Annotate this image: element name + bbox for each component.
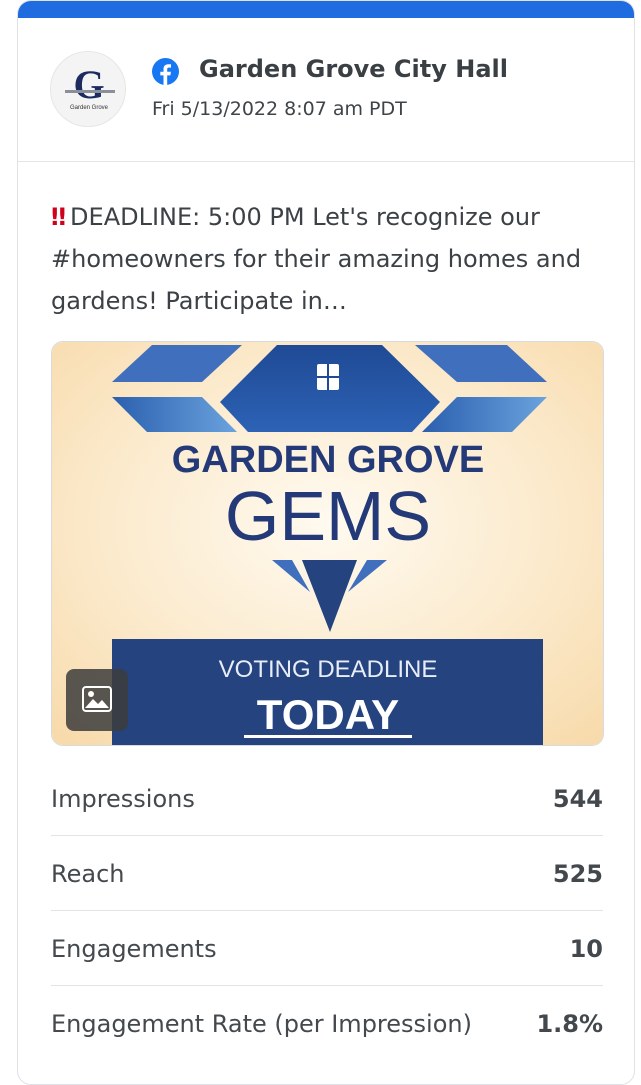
stat-label-reach: Reach (51, 860, 125, 888)
post-timestamp: Fri 5/13/2022 8:07 am PDT (152, 98, 407, 120)
post-body: DEADLINE: 5:00 PM Let's recognize our #h… (51, 203, 582, 315)
stat-row: Engagement Rate (per Impression) 1.8% (51, 986, 603, 1060)
banner-line-1: VOTING DEADLINE (219, 656, 438, 683)
avatar[interactable]: G Garden Grove (50, 51, 126, 127)
stat-value-impressions: 544 (552, 785, 603, 813)
stat-label-engagements: Engagements (51, 935, 217, 963)
accent-bar (18, 1, 634, 18)
stat-label-impressions: Impressions (51, 785, 195, 813)
stat-value-engagements: 10 (569, 935, 603, 963)
image-badge[interactable] (66, 669, 128, 731)
image-icon (82, 686, 112, 712)
avatar-letter: G (73, 62, 104, 107)
stat-row: Reach 525 (51, 836, 603, 911)
banner-line-2: TODAY (257, 691, 399, 738)
image-title: GEMS (225, 477, 431, 555)
stat-value-reach: 525 (552, 860, 603, 888)
image-headline: GARDEN GROVE (172, 439, 484, 481)
post-text: ‼ DEADLINE: 5:00 PM Let's recognize our #… (51, 196, 611, 322)
post-header: G Garden Grove Garden Grove City Hall Fr… (18, 18, 634, 162)
stat-row: Engagements 10 (51, 911, 603, 986)
alert-emoji: ‼ (51, 203, 66, 231)
avatar-caption: Garden Grove (70, 105, 109, 111)
gems-graphic: GARDEN GROVE GEMS VOTING DEADLINE TODAY (52, 342, 603, 745)
account-name[interactable]: Garden Grove City Hall (199, 55, 508, 83)
stats-table: Impressions 544 Reach 525 Engagements 10… (51, 761, 603, 1060)
stat-row: Impressions 544 (51, 761, 603, 836)
facebook-icon (152, 58, 179, 85)
post-card: G Garden Grove Garden Grove City Hall Fr… (17, 0, 635, 1085)
post-image[interactable]: GARDEN GROVE GEMS VOTING DEADLINE TODAY (51, 341, 604, 746)
stat-label-engagement-rate: Engagement Rate (per Impression) (51, 1010, 472, 1038)
stat-value-engagement-rate: 1.8% (536, 1010, 603, 1038)
